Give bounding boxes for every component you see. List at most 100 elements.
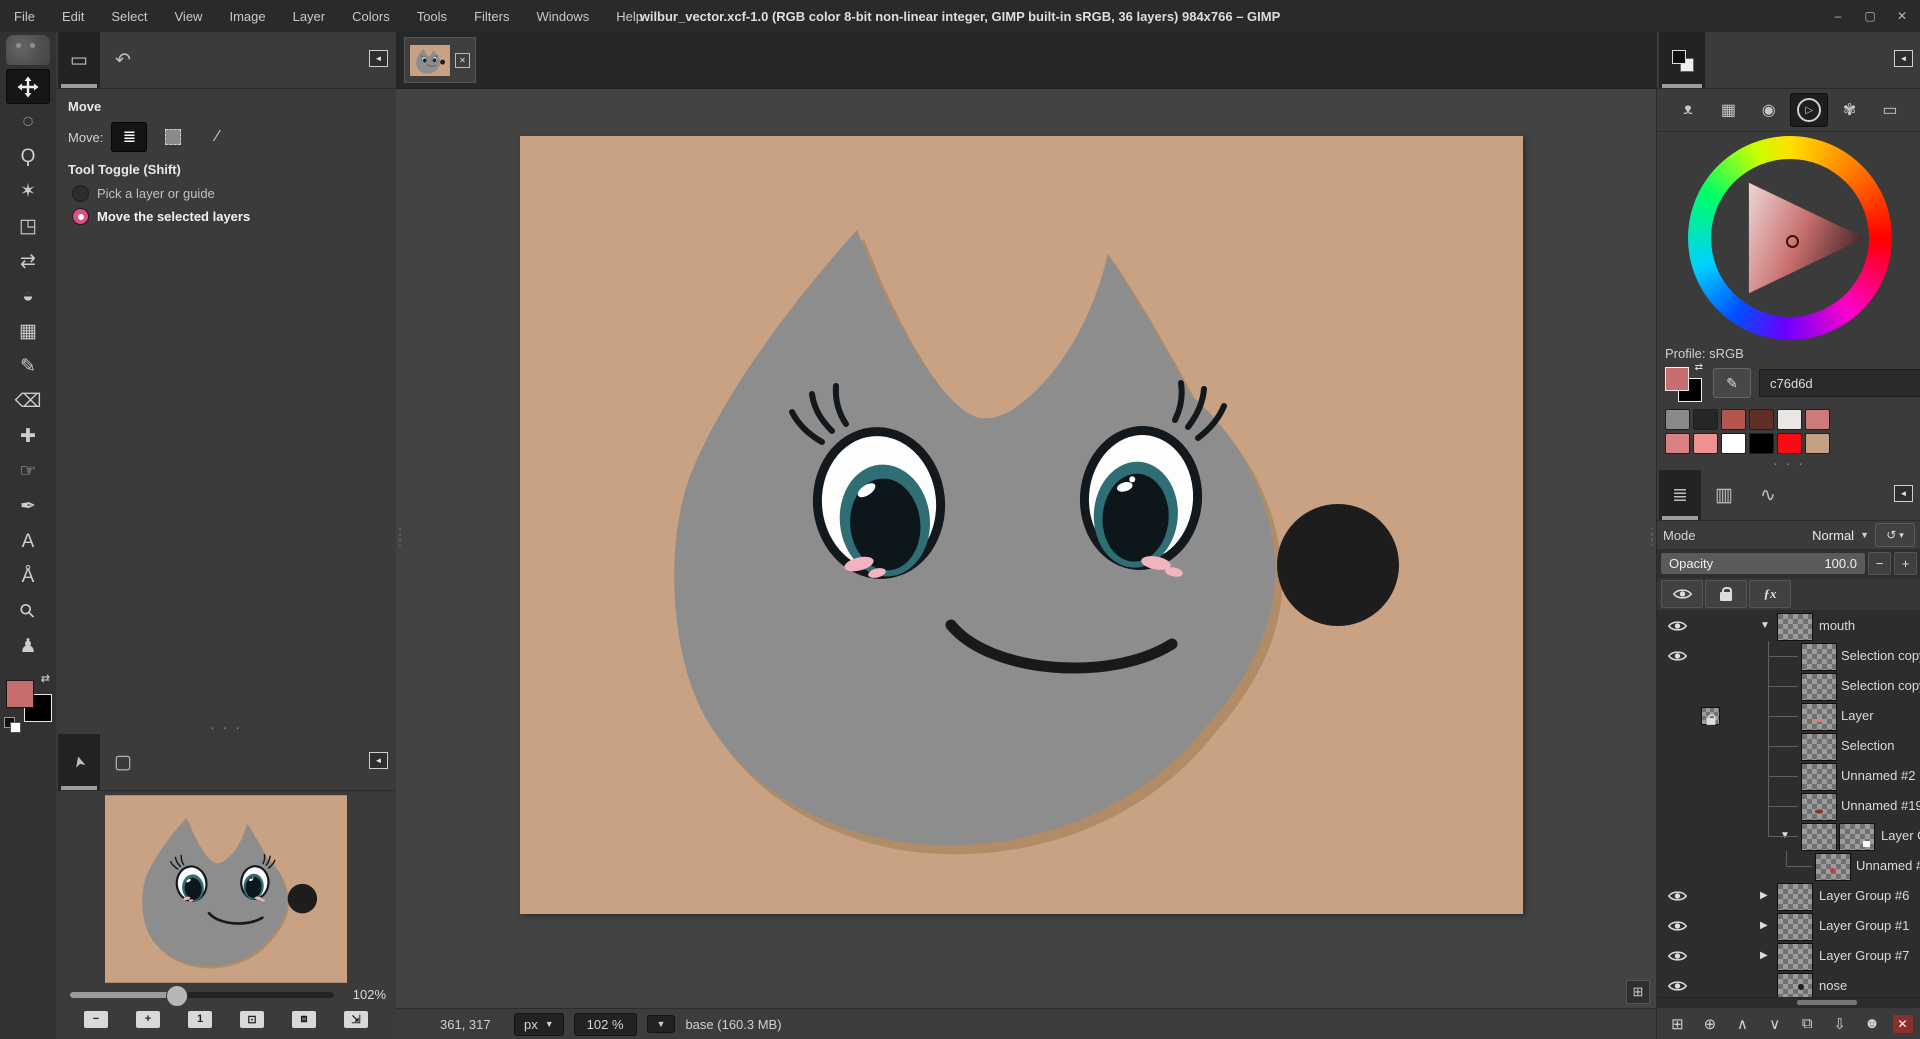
free-select-tool[interactable]: Ϙ [6,139,50,174]
tab-fg-bg-colors[interactable] [1659,32,1705,88]
swap-colors-icon[interactable]: ⇄ [1695,362,1703,373]
palette-swatch[interactable] [1805,433,1830,454]
lock-visibility-button[interactable] [1661,580,1703,608]
zoom-dropdown[interactable]: ▼ [647,1015,676,1033]
visibility-eye-icon[interactable] [1668,979,1687,993]
layer-row-selection-copy[interactable]: Selection copy [1657,641,1920,671]
visibility-eye-icon[interactable] [1668,949,1687,963]
tab-selection-editor[interactable]: ▢ [102,734,144,790]
paintbrush-tool[interactable]: ✎ [6,349,50,384]
tab-undo-history[interactable]: ↶ [102,32,144,88]
menu-view[interactable]: View [175,9,203,24]
palette-swatch[interactable] [1777,433,1802,454]
tab-paths[interactable]: ∿ [1747,470,1789,520]
color-marker[interactable] [1786,235,1799,248]
duplicate-layer-button[interactable]: ⧉ [1795,1013,1819,1035]
opacity-increase-button[interactable]: + [1894,552,1917,575]
dock-collapse-icon[interactable]: ◄ [369,50,388,67]
palette-swatch[interactable] [1805,409,1830,430]
dock-grip[interactable]: · · · [56,720,396,734]
maximize-button[interactable]: ▢ [1862,9,1878,23]
default-colors-icon-2[interactable] [10,722,21,733]
new-group-button[interactable]: ⊕ [1698,1013,1722,1035]
layers-hscrollbar[interactable] [1657,997,1920,1007]
new-layer-button[interactable]: ⊞ [1665,1013,1689,1035]
palette-swatch[interactable] [1693,433,1718,454]
menu-file[interactable]: File [14,9,35,24]
dock-collapse-icon[interactable]: ◄ [1894,50,1913,67]
zoom-slider[interactable] [70,992,334,998]
wheel-tab[interactable]: ▷ [1790,93,1828,127]
image-tab-close-icon[interactable]: ✕ [455,53,470,68]
text-tool[interactable]: A [6,524,50,559]
radio-move-selected[interactable] [72,208,89,225]
menu-colors[interactable]: Colors [352,9,390,24]
add-mask-button[interactable]: ☻ [1860,1013,1884,1035]
layer-row-selection-copy-2[interactable]: Selection copy [1657,671,1920,701]
move-tool[interactable] [6,69,50,104]
hex-color-input[interactable] [1759,369,1920,397]
mode-reset-button[interactable]: ↺▾ [1875,523,1915,547]
fullscreen-button[interactable]: ⇲ [344,1011,368,1028]
dock-collapse-icon[interactable]: ◄ [1894,485,1913,502]
menu-image[interactable]: Image [229,9,265,24]
palette-swatch[interactable] [1665,409,1690,430]
layer-row-layer-group-7[interactable]: ▶ Layer Group #7 [1657,941,1920,971]
smudge-tool[interactable]: ☞ [6,454,50,489]
collapsed-caret-icon[interactable]: ▶ [1760,950,1768,961]
delete-layer-button[interactable]: ✕ [1893,1015,1913,1033]
visibility-eye-icon[interactable] [1668,649,1687,663]
tab-tool-options[interactable]: ▭ [58,32,100,88]
layer-row-nose[interactable]: nose [1657,971,1920,997]
heal-tool[interactable]: ✚ [6,419,50,454]
palette-swatch[interactable] [1749,409,1774,430]
expand-caret-icon[interactable]: ▼ [1780,830,1790,841]
canvas-viewport[interactable]: ⁚⁚⁚ ⁚⁚⁚ ⊞ [396,89,1656,1008]
swap-colors-icon[interactable]: ⇄ [41,672,50,685]
zoom-slider-knob[interactable] [166,985,188,1007]
panel-resize-handle[interactable]: ⁚⁚⁚ [396,531,404,546]
fg-bg-color-widget[interactable]: ⇄ [4,674,52,722]
unit-dropdown[interactable]: px▼ [514,1013,564,1036]
zoom-out-button[interactable]: − [84,1011,108,1028]
zoom-entry[interactable]: 102 % [574,1013,637,1036]
radio-pick-layer[interactable] [72,185,89,202]
measure-tool[interactable]: Å [6,559,50,594]
menu-edit[interactable]: Edit [62,9,84,24]
opacity-decrease-button[interactable]: − [1868,552,1891,575]
minimize-button[interactable]: – [1830,9,1846,23]
image-tab[interactable]: ✕ [404,37,476,83]
pattern-gradient-tool[interactable]: ▦ [6,314,50,349]
wilber-tab[interactable]: ᴥ [1669,93,1707,127]
layer-row-layer-group-1[interactable]: ▶ Layer Group #1 [1657,911,1920,941]
panel-resize-handle[interactable]: ⁚⁚⁚ [1648,531,1656,546]
navigation-cross-icon[interactable]: ⊞ [1626,980,1650,1004]
eraser-tool[interactable]: ⌫ [6,384,50,419]
palette-swatch[interactable] [1693,409,1718,430]
navigation-preview[interactable] [105,795,347,983]
merge-down-button[interactable]: ⇩ [1828,1013,1852,1035]
mode-value[interactable]: Normal [1812,528,1854,543]
watercolor-tab[interactable]: ◉ [1750,93,1788,127]
visibility-eye-icon[interactable] [1668,619,1687,633]
foreground-color-swatch[interactable] [6,680,34,708]
menu-layer[interactable]: Layer [293,9,326,24]
close-button[interactable]: ✕ [1894,9,1910,23]
palette-tab[interactable]: ✾ [1831,93,1869,127]
layer-row-unnamed[interactable]: Unnamed # [1657,851,1920,881]
fg-bg-mini-widget[interactable]: ⇄ [1665,365,1705,401]
flip-tool[interactable]: ⇄ [6,244,50,279]
palette-swatch[interactable] [1777,409,1802,430]
move-selection-mode-button[interactable] [155,122,191,152]
menu-tools[interactable]: Tools [417,9,447,24]
menu-windows[interactable]: Windows [536,9,589,24]
lock-pixels-button[interactable] [1705,580,1747,608]
pick-color-button[interactable]: ✎ [1713,368,1751,398]
shrink-wrap-button[interactable]: ⧈ [292,1011,316,1028]
move-layer-mode-button[interactable]: ≣ [111,122,147,152]
raise-layer-button[interactable]: ∧ [1730,1013,1754,1035]
chevron-down-icon[interactable]: ▼ [1860,530,1869,540]
palette-swatch[interactable] [1721,433,1746,454]
canvas-image[interactable] [520,136,1523,914]
collapsed-caret-icon[interactable]: ▶ [1760,890,1768,901]
